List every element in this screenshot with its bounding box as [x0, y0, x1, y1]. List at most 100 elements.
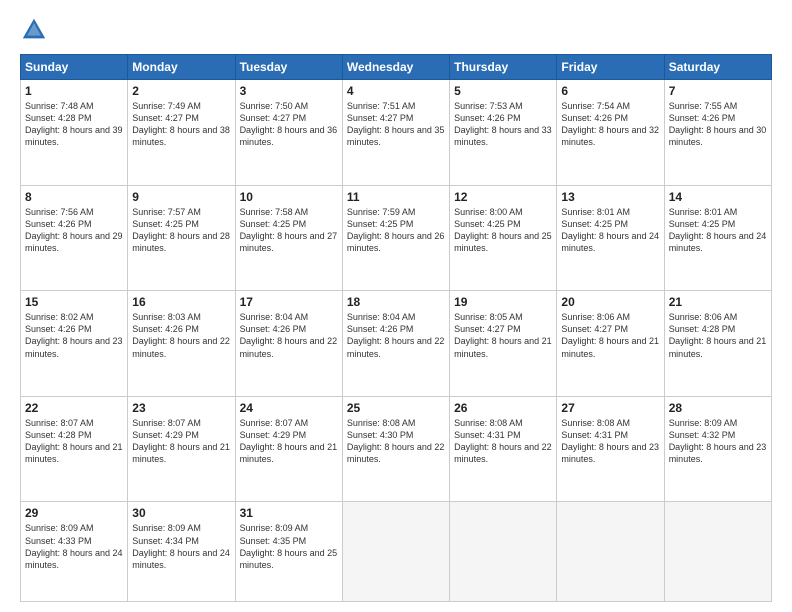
calendar-cell-17: 17 Sunrise: 8:04 AMSunset: 4:26 PMDayligh… [235, 291, 342, 397]
col-header-tuesday: Tuesday [235, 55, 342, 80]
day-number: 14 [669, 190, 767, 204]
calendar-week-3: 15 Sunrise: 8:02 AMSunset: 4:26 PMDayligh… [21, 291, 772, 397]
calendar-cell-16: 16 Sunrise: 8:03 AMSunset: 4:26 PMDayligh… [128, 291, 235, 397]
day-info: Sunrise: 8:06 AMSunset: 4:28 PMDaylight:… [669, 312, 767, 358]
day-number: 9 [132, 190, 230, 204]
col-header-sunday: Sunday [21, 55, 128, 80]
calendar-cell-10: 10 Sunrise: 7:58 AMSunset: 4:25 PMDayligh… [235, 185, 342, 291]
day-number: 18 [347, 295, 445, 309]
day-number: 2 [132, 84, 230, 98]
col-header-wednesday: Wednesday [342, 55, 449, 80]
day-number: 10 [240, 190, 338, 204]
day-number: 1 [25, 84, 123, 98]
day-info: Sunrise: 7:49 AMSunset: 4:27 PMDaylight:… [132, 101, 230, 147]
calendar-cell-30: 30Sunrise: 8:09 AMSunset: 4:34 PMDayligh… [128, 502, 235, 602]
day-info: Sunrise: 8:03 AMSunset: 4:26 PMDaylight:… [132, 312, 230, 358]
day-number: 13 [561, 190, 659, 204]
day-info: Sunrise: 8:07 AMSunset: 4:29 PMDaylight:… [132, 418, 230, 464]
day-info: Sunrise: 7:56 AMSunset: 4:26 PMDaylight:… [25, 207, 123, 253]
day-number: 17 [240, 295, 338, 309]
day-info: Sunrise: 7:55 AMSunset: 4:26 PMDaylight:… [669, 101, 767, 147]
day-number: 21 [669, 295, 767, 309]
day-number: 25 [347, 401, 445, 415]
day-number: 16 [132, 295, 230, 309]
day-info: Sunrise: 7:58 AMSunset: 4:25 PMDaylight:… [240, 207, 338, 253]
calendar-header-row: SundayMondayTuesdayWednesdayThursdayFrid… [21, 55, 772, 80]
calendar-cell-18: 18 Sunrise: 8:04 AMSunset: 4:26 PMDayligh… [342, 291, 449, 397]
day-number: 24 [240, 401, 338, 415]
calendar-cell-27: 27 Sunrise: 8:08 AMSunset: 4:31 PMDayligh… [557, 396, 664, 502]
logo [20, 16, 50, 44]
day-info: Sunrise: 7:57 AMSunset: 4:25 PMDaylight:… [132, 207, 230, 253]
day-number: 11 [347, 190, 445, 204]
calendar-cell-12: 12Sunrise: 8:00 AMSunset: 4:25 PMDayligh… [450, 185, 557, 291]
day-number: 26 [454, 401, 552, 415]
day-info: Sunrise: 8:08 AMSunset: 4:31 PMDaylight:… [454, 418, 552, 464]
calendar-cell-1: 1 Sunrise: 7:48 AMSunset: 4:28 PMDaylight… [21, 80, 128, 186]
day-number: 29 [25, 506, 123, 520]
day-info: Sunrise: 8:07 AMSunset: 4:28 PMDaylight:… [25, 418, 123, 464]
calendar-cell-19: 19 Sunrise: 8:05 AMSunset: 4:27 PMDayligh… [450, 291, 557, 397]
col-header-monday: Monday [128, 55, 235, 80]
day-number: 4 [347, 84, 445, 98]
day-number: 6 [561, 84, 659, 98]
day-info: Sunrise: 8:05 AMSunset: 4:27 PMDaylight:… [454, 312, 552, 358]
calendar-week-1: 1 Sunrise: 7:48 AMSunset: 4:28 PMDaylight… [21, 80, 772, 186]
calendar-table: SundayMondayTuesdayWednesdayThursdayFrid… [20, 54, 772, 602]
calendar-cell-empty [557, 502, 664, 602]
day-number: 20 [561, 295, 659, 309]
calendar-cell-empty [664, 502, 771, 602]
calendar-week-2: 8 Sunrise: 7:56 AMSunset: 4:26 PMDaylight… [21, 185, 772, 291]
day-number: 28 [669, 401, 767, 415]
calendar-cell-25: 25 Sunrise: 8:08 AMSunset: 4:30 PMDayligh… [342, 396, 449, 502]
day-info: Sunrise: 8:04 AMSunset: 4:26 PMDaylight:… [347, 312, 445, 358]
calendar-cell-empty [342, 502, 449, 602]
day-number: 19 [454, 295, 552, 309]
day-number: 15 [25, 295, 123, 309]
day-info: Sunrise: 8:09 AMSunset: 4:33 PMDaylight:… [25, 523, 123, 569]
calendar-cell-15: 15 Sunrise: 8:02 AMSunset: 4:26 PMDayligh… [21, 291, 128, 397]
calendar-cell-8: 8 Sunrise: 7:56 AMSunset: 4:26 PMDaylight… [21, 185, 128, 291]
day-info: Sunrise: 8:04 AMSunset: 4:26 PMDaylight:… [240, 312, 338, 358]
day-number: 3 [240, 84, 338, 98]
calendar-cell-14: 14 Sunrise: 8:01 AMSunset: 4:25 PMDayligh… [664, 185, 771, 291]
day-info: Sunrise: 8:02 AMSunset: 4:26 PMDaylight:… [25, 312, 123, 358]
day-number: 12 [454, 190, 552, 204]
calendar-cell-4: 4 Sunrise: 7:51 AMSunset: 4:27 PMDaylight… [342, 80, 449, 186]
day-info: Sunrise: 8:08 AMSunset: 4:30 PMDaylight:… [347, 418, 445, 464]
day-info: Sunrise: 8:08 AMSunset: 4:31 PMDaylight:… [561, 418, 659, 464]
calendar-cell-22: 22 Sunrise: 8:07 AMSunset: 4:28 PMDayligh… [21, 396, 128, 502]
calendar-cell-23: 23Sunrise: 8:07 AMSunset: 4:29 PMDayligh… [128, 396, 235, 502]
day-info: Sunrise: 7:51 AMSunset: 4:27 PMDaylight:… [347, 101, 445, 147]
day-info: Sunrise: 8:07 AMSunset: 4:29 PMDaylight:… [240, 418, 338, 464]
header [20, 16, 772, 44]
calendar-cell-24: 24 Sunrise: 8:07 AMSunset: 4:29 PMDayligh… [235, 396, 342, 502]
day-info: Sunrise: 7:53 AMSunset: 4:26 PMDaylight:… [454, 101, 552, 147]
day-number: 27 [561, 401, 659, 415]
calendar-cell-7: 7 Sunrise: 7:55 AMSunset: 4:26 PMDaylight… [664, 80, 771, 186]
day-number: 5 [454, 84, 552, 98]
calendar-cell-29: 29 Sunrise: 8:09 AMSunset: 4:33 PMDayligh… [21, 502, 128, 602]
calendar-week-5: 29 Sunrise: 8:09 AMSunset: 4:33 PMDayligh… [21, 502, 772, 602]
day-info: Sunrise: 8:09 AMSunset: 4:32 PMDaylight:… [669, 418, 767, 464]
day-info: Sunrise: 7:48 AMSunset: 4:28 PMDaylight:… [25, 101, 123, 147]
calendar-cell-5: 5 Sunrise: 7:53 AMSunset: 4:26 PMDaylight… [450, 80, 557, 186]
col-header-thursday: Thursday [450, 55, 557, 80]
day-info: Sunrise: 8:09 AMSunset: 4:35 PMDaylight:… [240, 523, 338, 569]
calendar-cell-26: 26 Sunrise: 8:08 AMSunset: 4:31 PMDayligh… [450, 396, 557, 502]
calendar-week-4: 22 Sunrise: 8:07 AMSunset: 4:28 PMDayligh… [21, 396, 772, 502]
calendar-cell-2: 2 Sunrise: 7:49 AMSunset: 4:27 PMDaylight… [128, 80, 235, 186]
calendar-cell-31: 31Sunrise: 8:09 AMSunset: 4:35 PMDayligh… [235, 502, 342, 602]
calendar-cell-9: 9 Sunrise: 7:57 AMSunset: 4:25 PMDaylight… [128, 185, 235, 291]
day-info: Sunrise: 8:01 AMSunset: 4:25 PMDaylight:… [669, 207, 767, 253]
day-number: 7 [669, 84, 767, 98]
calendar-cell-empty [450, 502, 557, 602]
day-info: Sunrise: 7:54 AMSunset: 4:26 PMDaylight:… [561, 101, 659, 147]
logo-icon [20, 16, 48, 44]
day-info: Sunrise: 8:06 AMSunset: 4:27 PMDaylight:… [561, 312, 659, 358]
day-number: 8 [25, 190, 123, 204]
day-number: 22 [25, 401, 123, 415]
calendar-cell-6: 6 Sunrise: 7:54 AMSunset: 4:26 PMDaylight… [557, 80, 664, 186]
calendar-cell-13: 13Sunrise: 8:01 AMSunset: 4:25 PMDayligh… [557, 185, 664, 291]
day-info: Sunrise: 8:09 AMSunset: 4:34 PMDaylight:… [132, 523, 230, 569]
